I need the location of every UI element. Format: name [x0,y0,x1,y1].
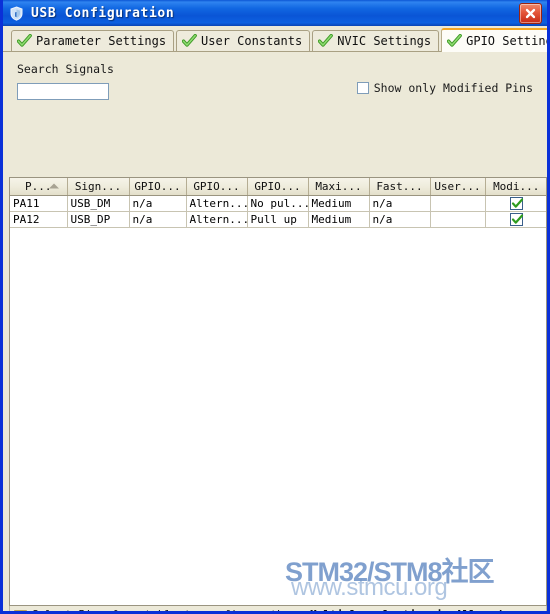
dialog-window: USB Configuration Parameter Settings Use… [0,0,550,614]
tab-label: User Constants [201,34,303,48]
status-message: Select Pins from table to configure them… [32,608,509,611]
green-check-icon [16,33,32,48]
column-header-gpio-pull[interactable]: GPIO... [247,178,309,196]
cell-gpio-pull: Pull up [247,211,309,228]
cell-gpio-function: Altern... [186,195,248,212]
cell-pin: PA12 [10,211,68,228]
table-header-row: P... Sign... GPIO... GPIO... GPIO... Max… [10,178,546,196]
checkbox-box [356,82,369,94]
tab-parameter-settings[interactable]: Parameter Settings [11,30,175,51]
sort-ascending-icon [48,183,59,189]
tab-strip: Parameter Settings User Constants NVIC S… [3,26,547,52]
column-header-modified[interactable]: Modi... [485,178,546,196]
search-input[interactable] [17,83,109,100]
tab-label: NVIC Settings [337,34,432,48]
check-icon [512,198,524,208]
modified-checkbox-checked [510,212,524,226]
column-label: GPIO... [254,179,301,193]
column-label: Modi... [493,179,540,193]
cell-user-label [430,211,486,228]
status-bar: ? Select Pins from table to configure th… [9,606,547,614]
column-header-gpio-function[interactable]: GPIO... [186,178,248,196]
title-bar-left: USB Configuration [9,6,519,21]
column-header-signal[interactable]: Sign... [67,178,130,196]
cell-fast-mode: n/a [369,211,431,228]
cell-gpio-mode: n/a [129,211,187,228]
pin-table-grid: P... Sign... GPIO... GPIO... GPIO... Max… [10,178,546,228]
column-header-max-speed[interactable]: Maxi... [308,178,370,196]
green-check-icon [318,33,334,48]
close-icon [525,8,536,18]
tab-gpio-settings[interactable]: GPIO Settings [441,28,547,52]
cell-modified[interactable] [485,211,546,228]
status-message-normal: Select Pins from table to configure them… [32,608,310,611]
tab-user-constants[interactable]: User Constants [176,30,311,51]
tab-label: Parameter Settings [36,34,167,48]
cell-gpio-pull: No pul... [247,195,309,212]
green-check-icon [446,33,463,48]
cell-pin: PA11 [10,195,68,212]
cell-modified[interactable] [485,195,546,212]
shield-icon [9,5,24,21]
cell-signal: USB_DM [67,195,130,212]
column-label: Maxi... [315,179,362,193]
column-header-gpio-mode[interactable]: GPIO... [129,178,187,196]
column-label: GPIO... [193,179,240,193]
title-bar: USB Configuration [3,0,547,26]
table-row[interactable]: PA11 USB_DM n/a Altern... No pul... Medi… [10,195,546,212]
show-only-modified-pins-checkbox[interactable]: Show only Modified Pins [356,81,533,95]
help-question-icon: ? [14,608,27,614]
cell-signal: USB_DP [67,211,130,228]
status-message-bold: Multiple selection is Allowed. [310,608,509,611]
column-label: GPIO... [134,179,181,193]
cell-fast-mode: n/a [369,195,431,212]
column-label: User... [434,179,481,193]
cell-gpio-mode: n/a [129,195,187,212]
tab-nvic-settings[interactable]: NVIC Settings [312,30,440,51]
cell-max-speed: Medium [308,195,370,212]
modified-checkbox-checked [510,196,524,210]
gpio-settings-panel: Search Signals Show only Modified Pins P… [3,52,547,614]
cell-max-speed: Medium [308,211,370,228]
green-check-icon [181,33,197,48]
window-title: USB Configuration [31,5,175,21]
table-row[interactable]: PA12 USB_DP n/a Altern... Pull up Medium… [10,211,546,228]
tab-label: GPIO Settings [466,34,547,48]
column-header-user-label[interactable]: User... [430,178,486,196]
check-icon [512,214,524,224]
column-header-pin[interactable]: P... [10,178,68,196]
show-only-modified-pins-label: Show only Modified Pins [373,81,533,95]
close-button[interactable] [519,2,542,24]
pin-table[interactable]: P... Sign... GPIO... GPIO... GPIO... Max… [9,177,547,606]
cell-user-label [430,195,486,212]
svg-text:?: ? [18,610,23,614]
column-label: Sign... [74,179,122,193]
search-row: Search Signals Show only Modified Pins [3,52,547,104]
column-header-fast-mode[interactable]: Fast... [369,178,431,196]
cell-gpio-function: Altern... [186,211,248,228]
search-signals-label: Search Signals [17,62,114,76]
column-label: Fast... [376,179,423,193]
